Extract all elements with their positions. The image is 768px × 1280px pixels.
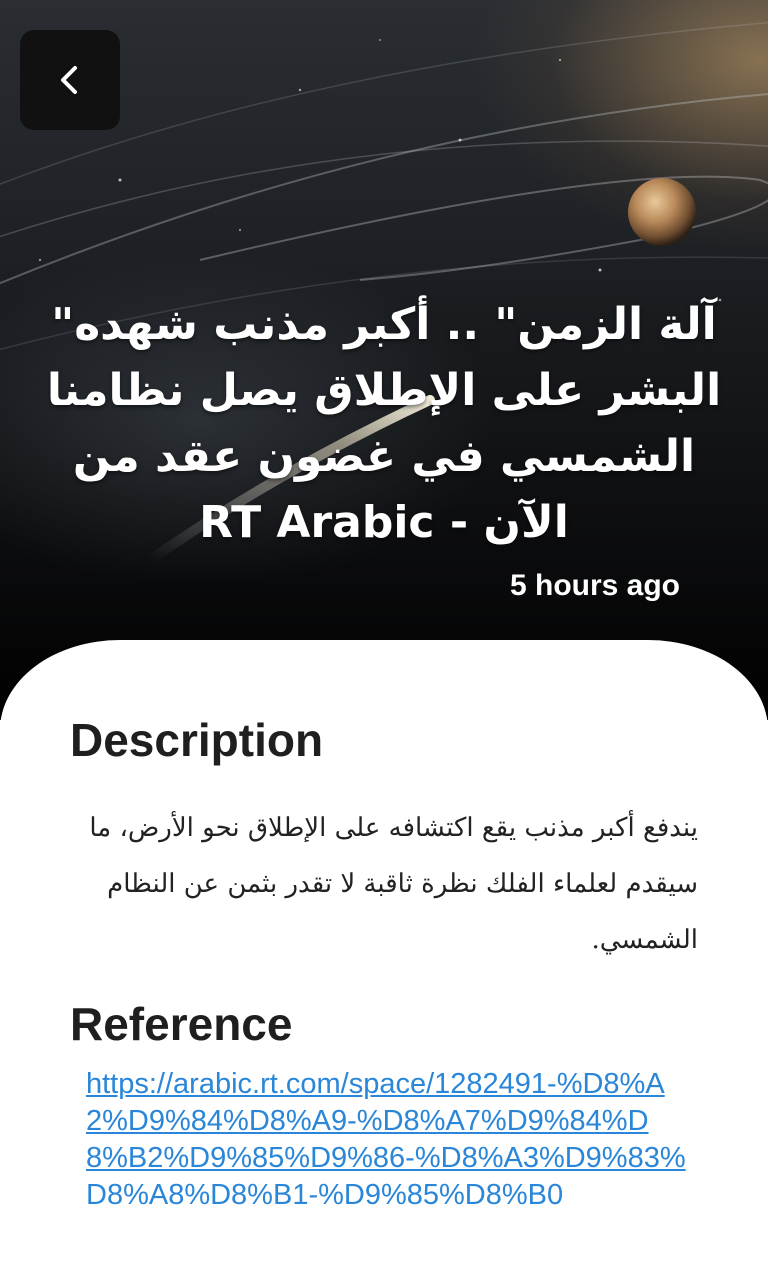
reference-link[interactable]: https://arabic.rt.com/space/1282491-%D8%… [86, 1066, 686, 1206]
hero-image: آلة الزمن" .. أكبر مذنب شهده" البشر على … [0, 0, 768, 720]
description-heading: Description [70, 714, 324, 766]
description-text: يندفع أكبر مذنب يقع اكتشافه على الإطلاق … [89, 813, 698, 955]
back-button[interactable] [20, 30, 120, 130]
article-detail-screen: آلة الزمن" .. أكبر مذنب شهده" البشر على … [0, 0, 768, 1280]
article-title: آلة الزمن" .. أكبر مذنب شهده" البشر على … [46, 299, 722, 548]
published-time: 5 hours ago [509, 569, 680, 602]
reference-heading: Reference [70, 998, 293, 1050]
chevron-left-icon [61, 66, 77, 94]
